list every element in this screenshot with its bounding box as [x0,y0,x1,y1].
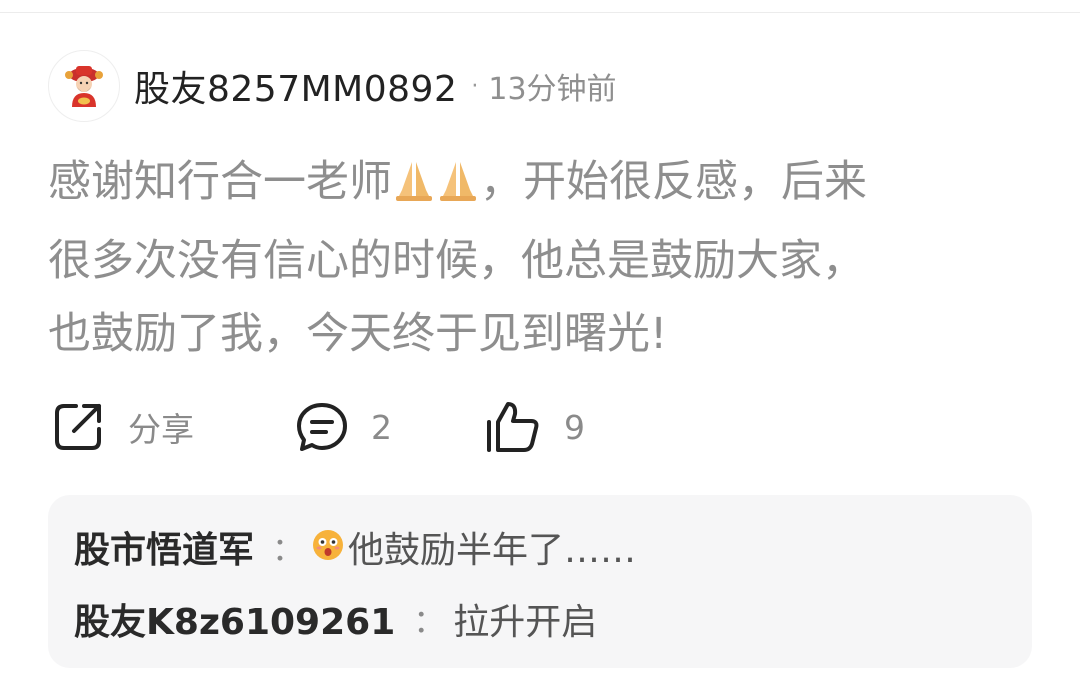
post-time: 13分钟前 [488,72,617,107]
content-line-3: 也鼓励了我，今天终于见到曙光! [48,309,668,359]
comment-count: 2 [371,407,392,447]
comment-text: 他鼓励半年了…… [348,530,637,571]
share-button[interactable]: 分享 [52,398,194,456]
folded-hands-icon [392,152,436,225]
content-line-2: 很多次没有信心的时候，他总是鼓励大家， [48,236,865,286]
separator-dot: · [471,73,479,99]
fortune-god-avatar-icon [65,66,103,107]
comment-author[interactable]: 股友K8z6109261 [74,593,395,645]
comment-icon [297,403,347,451]
comment-text: 拉升开启 [453,602,598,643]
share-label: 分享 [128,410,194,449]
comment-button[interactable]: 2 [295,398,392,456]
comment-preview-box[interactable]: 股市悟道军 ： 他鼓励半年了…… 股友K8z6109261 ： 拉升开启 [48,495,1032,668]
post-header: 股友8257MM0892 · 13分钟前 [48,50,617,122]
avatar[interactable] [48,50,120,122]
comment-item[interactable]: 股友K8z6109261 ： 拉升开启 [74,593,597,645]
comment-separator: ： [413,602,446,640]
content-line-1: 感谢知行合一老师 ，开始很反感，后来 [48,146,1038,225]
astonished-face-icon [312,529,344,565]
like-button[interactable]: 9 [484,398,585,456]
content-text-1b: ，开始很反感，后来 [480,157,867,207]
share-icon [55,404,101,450]
thumbs-up-icon [487,402,539,452]
username[interactable]: 股友8257MM0892 [134,60,457,112]
comment-separator: ： [272,530,305,568]
content-text-1a: 感谢知行合一老师 [48,157,392,207]
comment-item[interactable]: 股市悟道军 ： 他鼓励半年了…… [74,521,636,573]
folded-hands-icon [436,152,480,225]
action-bar: 分享 2 9 [50,398,1030,456]
comment-author[interactable]: 股市悟道军 [74,521,254,573]
top-divider [0,12,1080,13]
post-content: 感谢知行合一老师 ，开始很反感，后来 很多次没有信心的时候，他总是鼓励大家， 也… [48,146,1038,371]
like-count: 9 [564,407,585,447]
